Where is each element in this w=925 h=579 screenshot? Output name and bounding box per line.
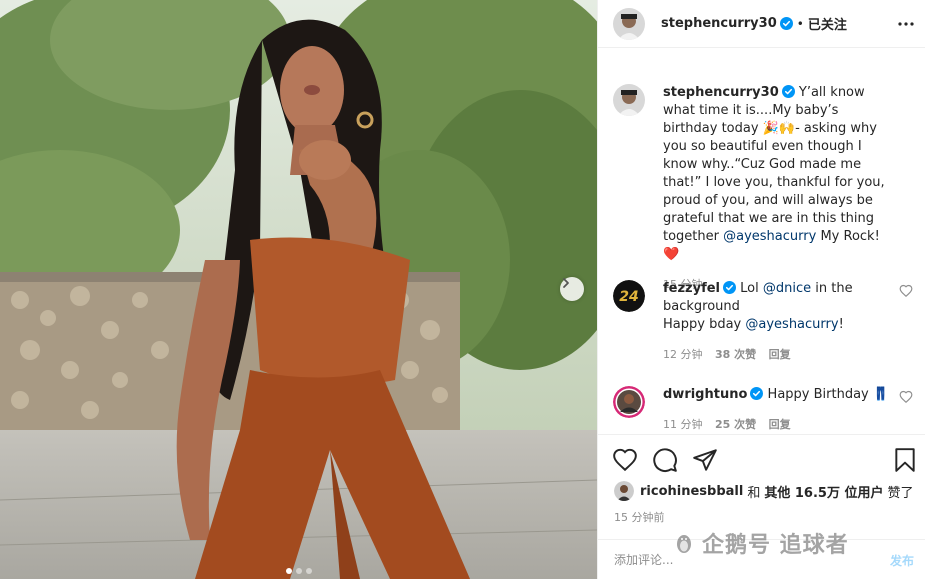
likes-summary: ricohinesbball 和 其他 16.5万 位用户 赞了 (614, 481, 914, 501)
avatar[interactable] (613, 84, 645, 116)
following-button[interactable]: 已关注 (808, 14, 847, 33)
like-heart-icon[interactable] (612, 447, 638, 473)
likes-suffix: 赞了 (887, 485, 914, 501)
avatar[interactable] (613, 7, 645, 40)
carousel-indicator (286, 568, 312, 574)
user-avatar-icon: 24 (613, 280, 645, 312)
svg-text:24: 24 (619, 289, 638, 305)
party-emoji: 🎉🙌 (762, 121, 796, 136)
comment-meta: 11 分钟 25 次赞 回复 (663, 416, 893, 434)
emoji: 👖 (872, 387, 890, 402)
verified-badge-icon (779, 17, 793, 30)
comment-text: Happy Birthday (767, 387, 869, 402)
mention-link[interactable]: @dnice (763, 281, 811, 296)
comment-item: 24 fezzyfel Lol @dnice in the background… (613, 280, 913, 364)
heart-emoji: ❤️ (663, 247, 680, 262)
comment-text: Lol (740, 281, 759, 296)
avatar[interactable] (613, 386, 645, 418)
comment-bubble-icon[interactable] (652, 447, 678, 473)
verified-badge-icon (723, 281, 737, 294)
caption-username[interactable]: stephencurry30 (663, 85, 779, 100)
user-avatar-icon (613, 84, 645, 116)
avatar[interactable] (614, 481, 634, 501)
user-avatar-icon (613, 7, 645, 40)
caption-text: - asking why you so beautiful even thoug… (663, 121, 885, 244)
comment-time[interactable]: 11 分钟 (663, 418, 703, 431)
verified-badge-icon (750, 387, 764, 400)
comment-meta: 12 分钟 38 次赞 回复 (663, 346, 893, 364)
user-avatar-icon (614, 481, 634, 501)
like-comment-heart-icon[interactable] (899, 390, 913, 404)
others-count[interactable]: 其他 16.5万 位用户 (764, 482, 883, 501)
user-avatar-icon (613, 386, 645, 418)
comment-time[interactable]: 12 分钟 (663, 348, 703, 361)
post-comment-button[interactable]: 发布 (890, 552, 914, 569)
share-paper-plane-icon[interactable] (692, 447, 718, 473)
comment-likes[interactable]: 25 次赞 (715, 418, 756, 431)
post-photo[interactable] (0, 0, 597, 579)
ellipsis-icon (898, 22, 914, 26)
more-options-button[interactable] (896, 14, 916, 34)
author-username[interactable]: stephencurry30 (661, 16, 777, 31)
chevron-right-icon (563, 278, 569, 288)
mention-link[interactable]: @ayeshacurry (745, 317, 838, 332)
action-bar (598, 434, 925, 484)
comment-username[interactable]: fezzyfel (663, 281, 720, 296)
comment-item: dwrightuno Happy Birthday 👖 11 分钟 25 次赞 … (613, 386, 913, 434)
mention-link[interactable]: @ayeshacurry (723, 229, 816, 244)
carousel-dot (306, 568, 312, 574)
comment-text: Happy bday (663, 317, 742, 332)
post-side-panel: stephencurry30 • 已关注 stephencurry30 Y’al… (597, 0, 925, 579)
carousel-dot (286, 568, 292, 574)
verified-badge-icon (781, 85, 795, 98)
add-comment-input[interactable] (614, 550, 864, 570)
reply-button[interactable]: 回复 (769, 418, 791, 431)
post-timestamp[interactable]: 15 分钟前 (614, 509, 665, 525)
post-caption: stephencurry30 Y’all know what time it i… (613, 84, 913, 294)
comment-likes[interactable]: 38 次赞 (715, 348, 756, 361)
liker-username[interactable]: ricohinesbball (640, 484, 743, 499)
reply-button[interactable]: 回复 (769, 348, 791, 361)
next-photo-button[interactable] (560, 277, 584, 301)
add-comment-bar: 发布 (598, 539, 925, 579)
comments-list[interactable]: stephencurry30 Y’all know what time it i… (598, 48, 925, 434)
likes-connector: 和 (747, 485, 761, 501)
carousel-dot (296, 568, 302, 574)
avatar[interactable]: 24 (613, 280, 645, 312)
like-comment-heart-icon[interactable] (899, 284, 913, 298)
photo-illustration (0, 0, 597, 579)
comment-text: ! (838, 317, 844, 332)
save-bookmark-icon[interactable] (892, 447, 918, 473)
comment-username[interactable]: dwrightuno (663, 387, 747, 402)
separator-dot: • (796, 16, 804, 31)
post-header: stephencurry30 • 已关注 (598, 0, 925, 48)
caption-text: My Rock! (820, 229, 880, 244)
